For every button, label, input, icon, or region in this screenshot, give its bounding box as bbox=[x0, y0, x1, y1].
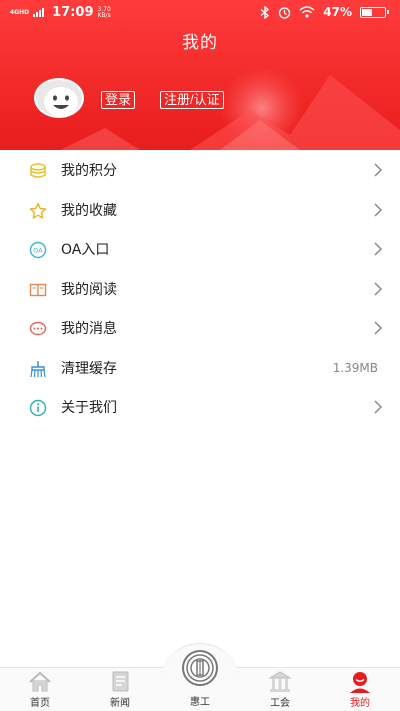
svg-text:OA: OA bbox=[33, 247, 43, 255]
tab-home[interactable]: 首页 bbox=[10, 671, 70, 711]
network-type: 4GHD bbox=[10, 9, 30, 16]
speed-unit: KB/s bbox=[97, 11, 111, 19]
chevron-right-icon bbox=[374, 163, 383, 177]
profile-header: 4GHD 17:09 3.70 KB/s 47% 我的 登录 注册/认证 bbox=[0, 0, 400, 150]
login-button[interactable]: 登录 bbox=[101, 91, 136, 109]
register-button[interactable]: 注册/认证 bbox=[160, 91, 224, 109]
menu-label: 我的收藏 bbox=[61, 202, 117, 219]
menu-label: OA入口 bbox=[61, 242, 110, 258]
network-speed: 3.70 KB/s bbox=[97, 6, 111, 19]
home-icon bbox=[29, 671, 51, 692]
building-icon bbox=[268, 671, 292, 692]
tab-mine[interactable]: 我的 bbox=[330, 671, 390, 711]
user-icon bbox=[350, 672, 370, 693]
news-icon bbox=[112, 671, 129, 692]
menu-item-oa[interactable]: OA OA入口 bbox=[0, 230, 400, 270]
menu-item-clear-cache[interactable]: 清理缓存 1.39MB bbox=[0, 349, 400, 389]
alarm-icon bbox=[279, 6, 291, 19]
page-title: 我的 bbox=[182, 33, 218, 53]
tab-news[interactable]: 新闻 bbox=[90, 671, 150, 711]
chevron-right-icon bbox=[374, 400, 383, 414]
tab-union[interactable]: 工会 bbox=[250, 671, 310, 711]
star-icon bbox=[29, 202, 47, 219]
cache-size-value: 1.39MB bbox=[332, 360, 378, 375]
settings-menu: 我的积分 我的收藏 OA OA入口 我的阅读 我的消息 清理缓存 1.39MB … bbox=[0, 151, 400, 428]
chevron-right-icon bbox=[374, 321, 383, 335]
book-icon bbox=[29, 283, 47, 296]
menu-item-favorites[interactable]: 我的收藏 bbox=[0, 191, 400, 231]
wifi-icon bbox=[299, 6, 315, 18]
menu-label: 我的积分 bbox=[61, 163, 117, 179]
bluetooth-icon bbox=[260, 5, 270, 19]
broom-icon bbox=[30, 360, 46, 377]
avatar[interactable] bbox=[34, 78, 84, 118]
menu-label: 清理缓存 bbox=[61, 360, 117, 377]
tab-label: 惠工 bbox=[190, 697, 210, 708]
menu-item-about[interactable]: 关于我们 bbox=[0, 388, 400, 428]
signal-icon bbox=[33, 8, 45, 17]
oa-icon: OA bbox=[29, 241, 47, 259]
tab-label: 工会 bbox=[270, 698, 290, 709]
menu-label: 关于我们 bbox=[61, 400, 117, 416]
message-icon bbox=[29, 321, 47, 336]
status-time: 17:09 bbox=[52, 5, 94, 20]
menu-item-points[interactable]: 我的积分 bbox=[0, 151, 400, 191]
chevron-right-icon bbox=[374, 202, 383, 217]
menu-item-messages[interactable]: 我的消息 bbox=[0, 309, 400, 349]
chevron-right-icon bbox=[374, 242, 383, 256]
menu-item-reading[interactable]: 我的阅读 bbox=[0, 270, 400, 310]
tab-label: 我的 bbox=[350, 698, 370, 709]
info-icon bbox=[29, 399, 47, 417]
tab-label: 首页 bbox=[30, 698, 50, 709]
menu-label: 我的消息 bbox=[61, 321, 117, 337]
coins-icon bbox=[30, 163, 46, 178]
status-bar: 4GHD 17:09 3.70 KB/s 47% bbox=[0, 0, 400, 26]
tab-label: 新闻 bbox=[110, 698, 130, 709]
menu-label: 我的阅读 bbox=[61, 281, 117, 298]
battery-icon bbox=[360, 6, 389, 18]
battery-percent: 47% bbox=[323, 5, 352, 19]
chevron-right-icon bbox=[374, 281, 383, 296]
union-logo-icon bbox=[182, 650, 218, 686]
tab-huigong[interactable]: 惠工 bbox=[170, 650, 230, 710]
